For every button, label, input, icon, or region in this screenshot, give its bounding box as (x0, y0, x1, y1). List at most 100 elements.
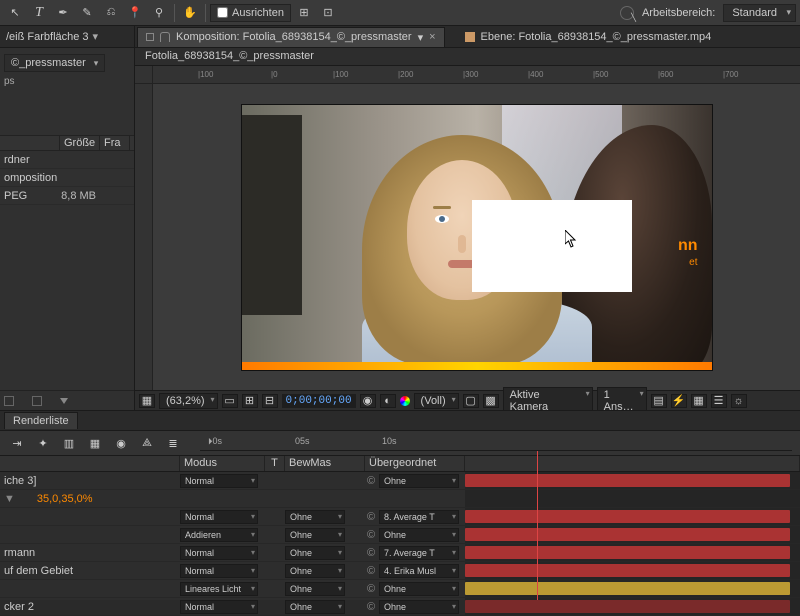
text-tool-icon[interactable]: T (28, 3, 50, 23)
arrow-tool-icon[interactable]: ↖ (4, 3, 26, 23)
search-icon[interactable]: ╲ (620, 6, 634, 20)
pickwhip-icon[interactable]: © (365, 511, 377, 523)
frame-blend-icon[interactable]: ▥ (60, 435, 78, 451)
pickwhip-icon[interactable]: © (365, 565, 377, 577)
layer-bar[interactable] (465, 582, 790, 595)
layer-bar[interactable] (465, 600, 790, 613)
play-icon[interactable] (60, 398, 68, 404)
snap-icon[interactable]: ⊞ (293, 3, 315, 23)
mode-dropdown[interactable]: Normal (180, 600, 258, 614)
breadcrumb[interactable]: Fotolia_68938154_©_pressmaster (135, 48, 800, 66)
layer-bar[interactable] (465, 474, 790, 487)
timeline-row[interactable]: AddierenOhne©Ohne (0, 526, 800, 544)
layer-bar[interactable] (465, 528, 790, 541)
res-icon[interactable]: ▭ (222, 394, 238, 408)
pin-tool-icon[interactable]: 📍 (124, 3, 146, 23)
snapshot-icon[interactable]: ◉ (360, 394, 376, 408)
timeline-row[interactable]: Lineares LichtOhne©Ohne (0, 580, 800, 598)
project-row[interactable]: PEG8,8 MB (0, 187, 134, 205)
layer-bar[interactable] (465, 510, 790, 523)
align-checkbox[interactable] (217, 7, 228, 18)
mode-dropdown[interactable]: Normal (180, 546, 258, 560)
hand-tool-icon[interactable]: ✋ (179, 3, 201, 23)
close-icon[interactable]: × (429, 31, 435, 43)
pickwhip-icon[interactable]: © (365, 547, 377, 559)
stamp-tool-icon[interactable]: ⎌ (100, 3, 122, 23)
parent-dropdown[interactable]: 7. Average T (379, 546, 459, 560)
monitor-icon[interactable]: ▢ (463, 394, 479, 408)
vertical-ruler[interactable] (135, 84, 153, 390)
bin-icon[interactable] (4, 396, 14, 406)
brain-icon[interactable]: ◉ (112, 435, 130, 451)
color-mgmt-icon[interactable] (400, 396, 410, 406)
project-row[interactable]: rdner (0, 151, 134, 169)
trackmat-dropdown[interactable]: Ohne (285, 510, 345, 524)
timeline-row[interactable]: ▼35,0,35,0% (0, 490, 800, 508)
always-preview-icon[interactable]: ▦ (139, 394, 155, 408)
graph-icon[interactable]: ⟁ (138, 435, 156, 451)
pickwhip-icon[interactable]: © (365, 529, 377, 541)
parent-dropdown[interactable]: Ohne (379, 582, 459, 596)
composition-canvas[interactable]: nn et (242, 105, 712, 370)
snap2-icon[interactable]: ⊡ (317, 3, 339, 23)
grid-icon[interactable]: ⊞ (242, 394, 258, 408)
panel-tab[interactable]: /eiß Farbfläche 3 ▾ (0, 26, 134, 48)
layer-bar[interactable] (465, 564, 790, 577)
shy-icon[interactable]: ⇥ (8, 435, 26, 451)
brush-tool-icon[interactable]: ✎ (76, 3, 98, 23)
parent-dropdown[interactable]: Ohne (379, 474, 459, 488)
composition-tab[interactable]: Komposition: Fotolia_68938154_©_pressmas… (137, 27, 445, 47)
transparency-grid-icon[interactable]: ▩ (483, 394, 499, 408)
pen-tool-icon[interactable]: ✒ (52, 3, 74, 23)
pickwhip-icon[interactable]: © (365, 583, 377, 595)
trackmat-dropdown[interactable]: Ohne (285, 528, 345, 542)
current-time-indicator[interactable] (537, 451, 538, 600)
motion-blur-icon[interactable]: ▦ (86, 435, 104, 451)
parent-dropdown[interactable]: Ohne (379, 528, 459, 542)
layer-bar[interactable] (465, 546, 790, 559)
time-ruler[interactable]: ⏵0s 05s 10s (200, 435, 792, 451)
timeline-icon[interactable]: ▦ (691, 394, 707, 408)
channel-icon[interactable]: ◐ (380, 394, 396, 408)
fx-icon[interactable]: ✦ (34, 435, 52, 451)
timecode-display[interactable]: 0;00;00;00 (282, 394, 356, 408)
guides-icon[interactable]: ⊟ (262, 394, 278, 408)
comp-flow-icon[interactable]: ☰ (711, 394, 727, 408)
ruler-origin[interactable] (135, 66, 153, 84)
zoom-dropdown[interactable]: (63,2%) (159, 393, 218, 409)
trackmat-dropdown[interactable]: Ohne (285, 582, 345, 596)
layer-tab[interactable]: Ebene: Fotolia_68938154_©_pressmaster.mp… (465, 31, 712, 43)
folder-icon[interactable] (32, 396, 42, 406)
horizontal-ruler[interactable]: |100 |0 |100 |200 |300 |400 |500 |600 |7… (153, 66, 800, 84)
parent-dropdown[interactable]: 4. Erika Musl (379, 564, 459, 578)
exposure-icon[interactable]: ☼ (731, 394, 747, 408)
px-aspect-icon[interactable]: ▤ (651, 394, 667, 408)
source-dropdown[interactable]: ©_pressmaster (4, 54, 105, 72)
mode-dropdown[interactable]: Normal (180, 510, 258, 524)
project-row[interactable]: omposition (0, 169, 134, 187)
dope-icon[interactable]: ≣ (164, 435, 182, 451)
chevron-down-icon[interactable]: ▾ (418, 31, 424, 44)
timeline-row[interactable]: iche 3]Normal©Ohne (0, 472, 800, 490)
timeline-row[interactable]: rmannNormalOhne©7. Average T (0, 544, 800, 562)
timeline-row[interactable]: Normal Ohne ©8. Average T (0, 508, 800, 526)
pickwhip-icon[interactable]: © (365, 475, 377, 487)
renderlist-tab[interactable]: Renderliste (4, 412, 78, 429)
mode-dropdown[interactable]: Normal (180, 564, 258, 578)
timeline-row[interactable]: uf dem GebietNormalOhne©4. Erika Musl (0, 562, 800, 580)
trackmat-dropdown[interactable]: Ohne (285, 564, 345, 578)
scale-value[interactable]: 35,0,35,0% (19, 493, 93, 505)
trackmat-dropdown[interactable]: Ohne (285, 600, 345, 614)
quality-dropdown[interactable]: (Voll) (414, 393, 459, 409)
mode-dropdown[interactable]: Normal (180, 474, 258, 488)
pickwhip-icon[interactable]: © (365, 601, 377, 613)
timeline-row[interactable]: cker 2NormalOhne©Ohne (0, 598, 800, 616)
parent-dropdown[interactable]: Ohne (379, 600, 459, 614)
workspace-dropdown[interactable]: Standard (723, 4, 796, 22)
pin2-tool-icon[interactable]: ⚲ (148, 3, 170, 23)
mode-dropdown[interactable]: Addieren (180, 528, 258, 542)
chevron-down-icon[interactable]: ▾ (93, 30, 99, 43)
mode-dropdown[interactable]: Lineares Licht (180, 582, 258, 596)
lock-icon[interactable] (160, 32, 170, 42)
parent-dropdown[interactable]: 8. Average T (379, 510, 459, 524)
